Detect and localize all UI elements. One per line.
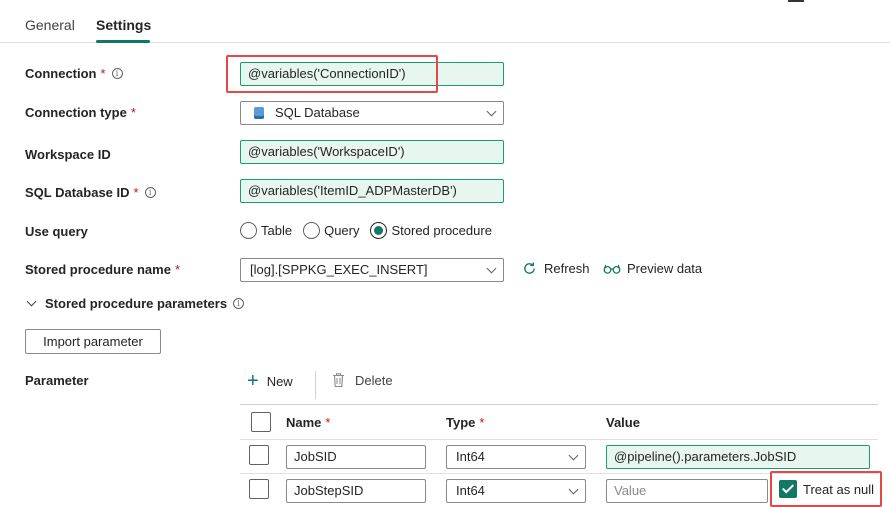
refresh-label: Refresh [544,261,590,276]
connection-label-text: Connection [25,66,97,81]
import-parameter-button[interactable]: Import parameter [25,329,161,354]
radio-stored-procedure-label: Stored procedure [391,222,492,238]
radio-table[interactable]: Table [240,221,293,239]
required-mark: * [325,415,331,430]
glasses-icon [603,264,621,274]
sql-database-id-input[interactable]: @variables('ItemID_ADPMasterDB') [240,179,504,203]
database-icon [254,107,264,119]
use-query-radio-group: Table Query Stored procedure [240,220,503,240]
param-type-select[interactable]: Int64 [446,479,586,503]
required-mark: * [133,185,139,200]
radio-query-label: Query [324,222,360,238]
grid-row-border [240,439,878,440]
stored-procedure-value: [log].[SPPKG_EXEC_INSERT] [250,262,428,277]
stored-procedure-select[interactable]: [log].[SPPKG_EXEC_INSERT] [240,258,504,282]
column-header-value: Value [606,415,640,430]
plus-icon: + [247,370,259,392]
trash-icon [333,373,344,388]
refresh-icon [524,262,535,274]
radio-circle [303,221,321,239]
param-type-value: Int64 [456,483,485,498]
checkmark-icon [779,480,797,498]
stored-procedure-name-label-text: Stored procedure name [25,262,171,277]
chevron-down-icon [568,450,579,461]
param-name-input[interactable]: JobStepSID [286,479,426,503]
chevron-down-icon [568,484,579,495]
delete-label: Delete [355,372,393,388]
select-all-checkbox[interactable] [251,412,271,432]
radio-circle [240,221,257,239]
treat-as-null-label: Treat as null [803,481,875,497]
param-value-placeholder: Value [614,483,647,498]
row-checkbox[interactable] [249,479,269,499]
active-tab-indicator [96,40,150,43]
treat-as-null-checkbox[interactable]: Treat as null [779,480,874,498]
column-type-text: Type [446,415,476,430]
connection-type-select[interactable]: SQL Database [240,101,504,125]
preview-data-label: Preview data [627,261,703,276]
workspace-id-label: Workspace ID [25,147,111,162]
stored-procedure-parameters-toggle[interactable]: Stored procedure parameters i [25,296,245,311]
info-icon[interactable]: i [111,68,123,79]
column-name-text: Name [286,415,322,430]
radio-circle-checked [370,221,388,239]
stored-procedure-parameters-label: Stored procedure parameters [45,296,228,311]
column-header-name: Name * [286,415,330,430]
radio-query[interactable]: Query [303,221,360,239]
connection-type-label-text: Connection type [25,105,127,120]
radio-stored-procedure[interactable]: Stored procedure [370,221,492,239]
tab-bar: General Settings [0,0,890,43]
connection-label: Connection * i [25,66,123,81]
required-mark: * [100,66,106,81]
chevron-down-icon [26,296,37,307]
sql-database-id-label-text: SQL Database ID [25,185,130,200]
parameter-label: Parameter [25,373,89,388]
required-mark: * [479,415,485,430]
new-parameter-button[interactable]: + New [247,370,293,392]
param-name-input[interactable]: JobSID [286,445,426,469]
info-icon[interactable]: i [144,187,156,198]
chevron-down-icon [486,106,497,117]
chevron-down-icon [486,263,497,274]
param-type-select[interactable]: Int64 [446,445,586,469]
required-mark: * [174,262,180,277]
connection-type-label: Connection type * [25,105,136,120]
preview-data-button[interactable]: Preview data [603,261,702,276]
use-query-label: Use query [25,224,88,239]
row-checkbox[interactable] [249,445,269,465]
toolbar-divider [315,371,316,399]
tab-settings[interactable]: Settings [96,17,151,33]
tab-general[interactable]: General [25,17,75,33]
radio-table-label: Table [261,222,293,238]
info-icon[interactable]: i [233,298,245,309]
refresh-button[interactable]: Refresh [522,261,590,276]
new-label: New [266,373,293,389]
stored-procedure-name-label: Stored procedure name * [25,262,180,277]
param-type-value: Int64 [456,449,485,464]
connection-type-value: SQL Database [275,105,360,120]
param-value-input[interactable]: Value [606,479,768,503]
column-header-type: Type * [446,415,484,430]
sql-database-id-label: SQL Database ID * i [25,185,156,200]
grid-top-border [240,404,878,405]
workspace-id-input[interactable]: @variables('WorkspaceID') [240,140,504,164]
window-mark [788,0,804,2]
param-value-input[interactable]: @pipeline().parameters.JobSID [606,445,870,469]
delete-parameter-button[interactable]: Delete [332,372,393,388]
connection-input[interactable]: @variables('ConnectionID') [240,62,504,86]
required-mark: * [130,105,136,120]
grid-row-border [240,473,878,474]
